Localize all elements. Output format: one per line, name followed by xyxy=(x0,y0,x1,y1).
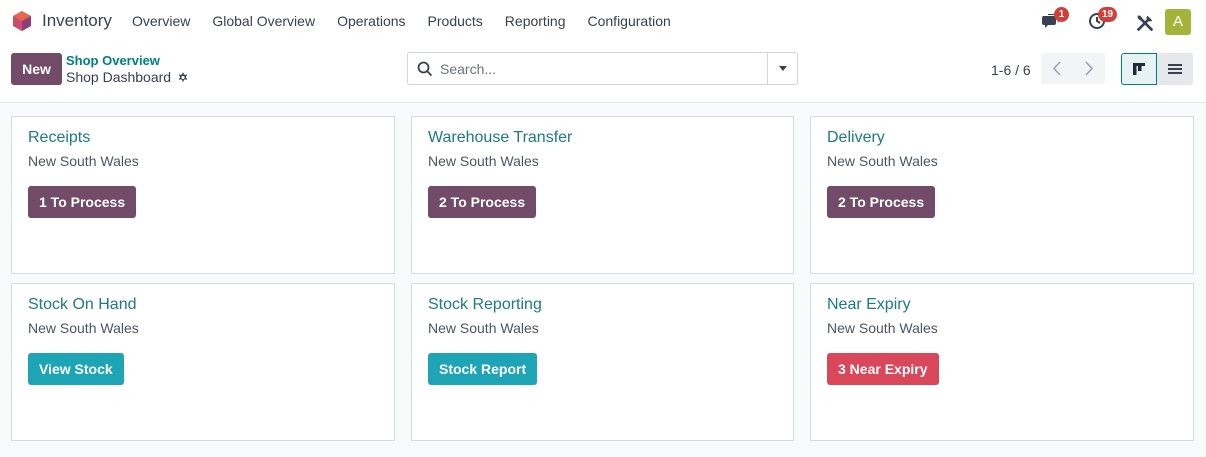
new-button[interactable]: New xyxy=(11,53,62,85)
card-title[interactable]: Near Expiry xyxy=(827,296,911,314)
card-subtitle: New South Wales xyxy=(827,153,938,169)
card-stock-reporting: Stock Reporting New South Wales Stock Re… xyxy=(411,283,794,441)
receipts-to-process-button[interactable]: 1 To Process xyxy=(28,186,137,218)
card-title[interactable]: Stock Reporting xyxy=(428,296,542,314)
card-warehouse-transfer: Warehouse Transfer New South Wales 2 To … xyxy=(411,116,794,274)
card-stock-on-hand: Stock On Hand New South Wales View Stock xyxy=(11,283,395,441)
view-stock-button[interactable]: View Stock xyxy=(28,353,124,385)
menu-global-overview[interactable]: Global Overview xyxy=(212,13,315,29)
card-subtitle: New South Wales xyxy=(428,153,539,169)
user-avatar[interactable]: A xyxy=(1165,9,1191,35)
caret-down-icon xyxy=(779,66,787,71)
breadcrumb-shop-overview[interactable]: Shop Overview xyxy=(66,53,160,68)
card-subtitle: New South Wales xyxy=(28,320,139,336)
card-title[interactable]: Receipts xyxy=(28,129,90,147)
menu-configuration[interactable]: Configuration xyxy=(588,13,671,29)
messages-button[interactable]: 1 xyxy=(1041,7,1069,32)
chevron-right-icon xyxy=(1085,61,1094,76)
menu-overview[interactable]: Overview xyxy=(132,13,190,29)
delivery-to-process-button[interactable]: 2 To Process xyxy=(827,186,936,218)
messages-badge: 1 xyxy=(1054,7,1069,22)
gear-icon[interactable] xyxy=(176,71,189,84)
list-view-button[interactable] xyxy=(1157,53,1193,85)
transfer-to-process-button[interactable]: 2 To Process xyxy=(428,186,537,218)
tools-icon[interactable] xyxy=(1134,12,1156,34)
list-icon xyxy=(1168,64,1182,74)
kanban-view-button[interactable] xyxy=(1121,53,1157,85)
search-icon xyxy=(417,61,433,77)
card-delivery: Delivery New South Wales 2 To Process xyxy=(810,116,1194,274)
activities-badge: 19 xyxy=(1098,7,1118,22)
chevron-left-icon xyxy=(1052,61,1061,76)
stock-report-button[interactable]: Stock Report xyxy=(428,353,538,385)
activities-button[interactable]: 19 xyxy=(1087,7,1118,32)
card-title[interactable]: Warehouse Transfer xyxy=(428,129,572,147)
search-input[interactable] xyxy=(440,59,760,79)
search-bar xyxy=(407,52,798,85)
card-near-expiry: Near Expiry New South Wales 3 Near Expir… xyxy=(810,283,1194,441)
kanban-icon xyxy=(1133,63,1145,75)
control-panel: New Shop Overview Shop Dashboard 1-6 / 6 xyxy=(0,42,1206,103)
menu-products[interactable]: Products xyxy=(428,13,483,29)
near-expiry-button[interactable]: 3 Near Expiry xyxy=(827,353,939,385)
pager-next-button[interactable] xyxy=(1073,53,1105,84)
card-subtitle: New South Wales xyxy=(28,153,139,169)
pager-value[interactable]: 1-6 / 6 xyxy=(991,62,1031,78)
card-title[interactable]: Delivery xyxy=(827,129,885,147)
app-name[interactable]: Inventory xyxy=(42,11,112,31)
card-subtitle: New South Wales xyxy=(827,320,938,336)
search-options-toggle[interactable] xyxy=(767,53,797,84)
menu-operations[interactable]: Operations xyxy=(337,13,405,29)
card-title[interactable]: Stock On Hand xyxy=(28,296,137,314)
top-navbar: Inventory Overview Global Overview Opera… xyxy=(0,0,1206,42)
main-menu: Overview Global Overview Operations Prod… xyxy=(132,13,693,29)
pager-previous-button[interactable] xyxy=(1041,53,1073,84)
page-title: Shop Dashboard xyxy=(66,69,172,85)
menu-reporting[interactable]: Reporting xyxy=(505,13,566,29)
card-receipts: Receipts New South Wales 1 To Process xyxy=(11,116,395,274)
card-subtitle: New South Wales xyxy=(428,320,539,336)
inventory-app-icon[interactable] xyxy=(11,10,33,32)
